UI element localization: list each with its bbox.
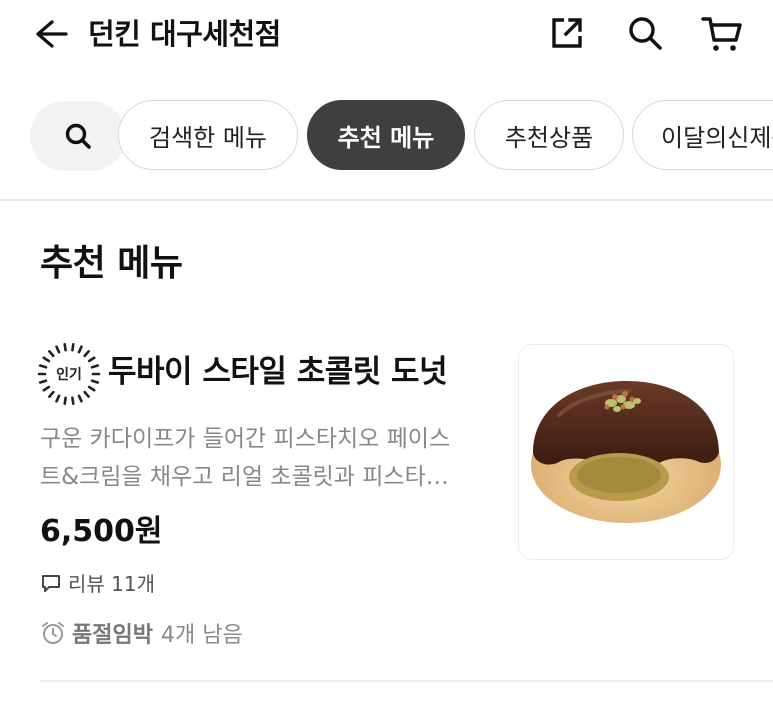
description-line: 구운 카다이프가 들어간 피스타치오 페이스 (40, 426, 451, 452)
back-arrow-icon[interactable] (30, 14, 70, 54)
share-icon[interactable] (548, 14, 586, 52)
item-description: 구운 카다이프가 들어간 피스타치오 페이스 트&크림을 채우고 리얼 초콜릿과… (40, 420, 498, 496)
item-image[interactable] (518, 344, 734, 560)
divider (0, 199, 773, 201)
item-name: 두바이 스타일 초콜릿 도넛 (108, 354, 448, 390)
chip-recommended-menu[interactable]: 추천 메뉴 (307, 100, 465, 170)
store-title: 던킨 대구세천점 (88, 17, 281, 51)
review-count[interactable]: 리뷰 11개 (40, 568, 155, 597)
chip-searched-menu[interactable]: 검색한 메뉴 (118, 100, 298, 170)
item-price: 6,500원 (40, 514, 163, 549)
stock-count: 4개 남음 (160, 623, 243, 648)
app-header: 던킨 대구세천점 (0, 0, 773, 80)
stock-status: 품절임박 4개 남음 (40, 617, 243, 649)
category-chips: 검색한 메뉴 추천 메뉴 추천상품 이달의신제품 (0, 100, 773, 172)
review-text: 리뷰 11개 (68, 572, 156, 596)
chip-search-button[interactable] (30, 101, 126, 171)
popular-badge: 인기 (36, 342, 102, 406)
search-icon[interactable] (626, 14, 664, 52)
section-title: 추천 메뉴 (40, 243, 183, 284)
stock-label: 품절임박 (72, 623, 153, 648)
divider (40, 680, 773, 682)
speech-bubble-icon (42, 574, 60, 592)
description-line: 트&크림을 채우고 리얼 초콜릿과 피스타… (40, 464, 449, 490)
badge-label: 인기 (56, 367, 82, 383)
alarm-clock-icon (42, 622, 64, 644)
cart-icon[interactable] (700, 14, 744, 54)
donut-image (531, 381, 721, 523)
search-icon (65, 123, 91, 149)
chip-this-month-new[interactable]: 이달의신제품 (632, 100, 773, 170)
chip-recommended-products[interactable]: 추천상품 (474, 100, 624, 170)
